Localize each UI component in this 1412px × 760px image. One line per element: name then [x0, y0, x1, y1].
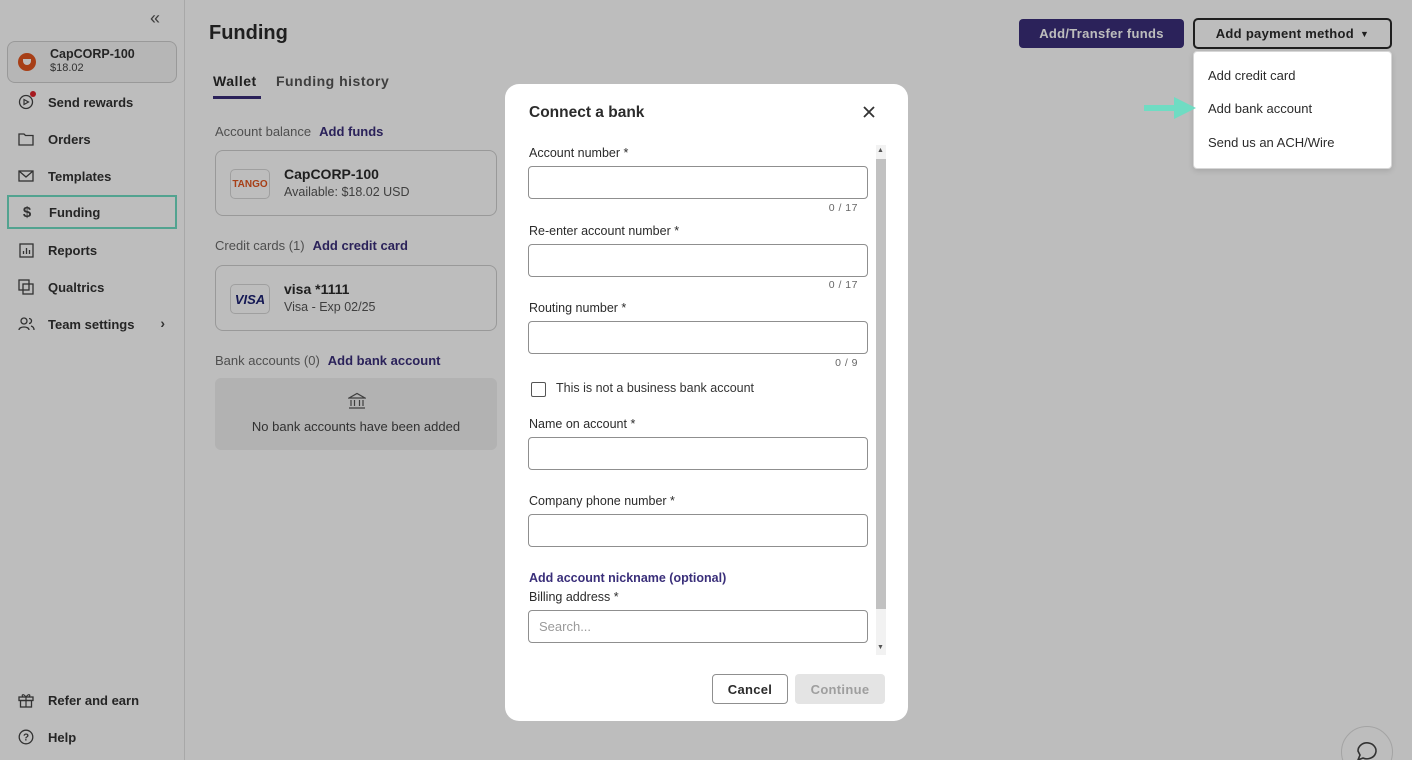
menu-item-send-ach-wire[interactable]: Send us an ACH/Wire: [1208, 135, 1334, 150]
billing-address-label: Billing address *: [529, 590, 619, 604]
modal-form: Account number * 0 / 17 Re-enter account…: [505, 144, 885, 656]
reenter-account-number-field[interactable]: [528, 244, 868, 277]
connect-bank-modal: Connect a bank Account number * 0 / 17 R…: [505, 84, 908, 721]
billing-address-placeholder: Search...: [539, 619, 592, 634]
not-business-account-checkbox[interactable]: [531, 382, 546, 397]
pointer-arrow-icon: [1144, 97, 1196, 119]
company-phone-field[interactable]: [528, 514, 868, 547]
not-business-account-label: This is not a business bank account: [556, 381, 755, 395]
add-nickname-link[interactable]: Add account nickname (optional): [529, 571, 726, 585]
account-number-field[interactable]: [528, 166, 868, 199]
scroll-thumb[interactable]: [876, 159, 886, 609]
cancel-button[interactable]: Cancel: [712, 674, 788, 704]
modal-scrollbar[interactable]: ▲ ▼: [876, 145, 886, 655]
reenter-account-number-label: Re-enter account number *: [529, 224, 680, 238]
routing-number-counter: 0 / 9: [835, 357, 858, 369]
close-icon[interactable]: [860, 103, 878, 121]
continue-button[interactable]: Continue: [795, 674, 885, 704]
billing-address-search-input[interactable]: Search...: [528, 610, 868, 643]
account-number-label: Account number *: [529, 146, 629, 160]
reenter-account-number-counter: 0 / 17: [828, 279, 858, 291]
modal-title: Connect a bank: [529, 104, 645, 121]
routing-number-label: Routing number *: [529, 301, 627, 315]
menu-item-add-bank-account[interactable]: Add bank account: [1208, 101, 1312, 116]
menu-item-add-credit-card[interactable]: Add credit card: [1208, 68, 1295, 83]
payment-method-menu: Add credit card Add bank account Send us…: [1193, 51, 1392, 169]
scroll-down-icon[interactable]: ▼: [877, 644, 884, 651]
routing-number-field[interactable]: [528, 321, 868, 354]
company-phone-label: Company phone number *: [529, 494, 675, 508]
name-on-account-field[interactable]: [528, 437, 868, 470]
account-number-counter: 0 / 17: [828, 202, 858, 214]
name-on-account-label: Name on account *: [529, 417, 636, 431]
scroll-up-icon[interactable]: ▲: [877, 147, 884, 154]
